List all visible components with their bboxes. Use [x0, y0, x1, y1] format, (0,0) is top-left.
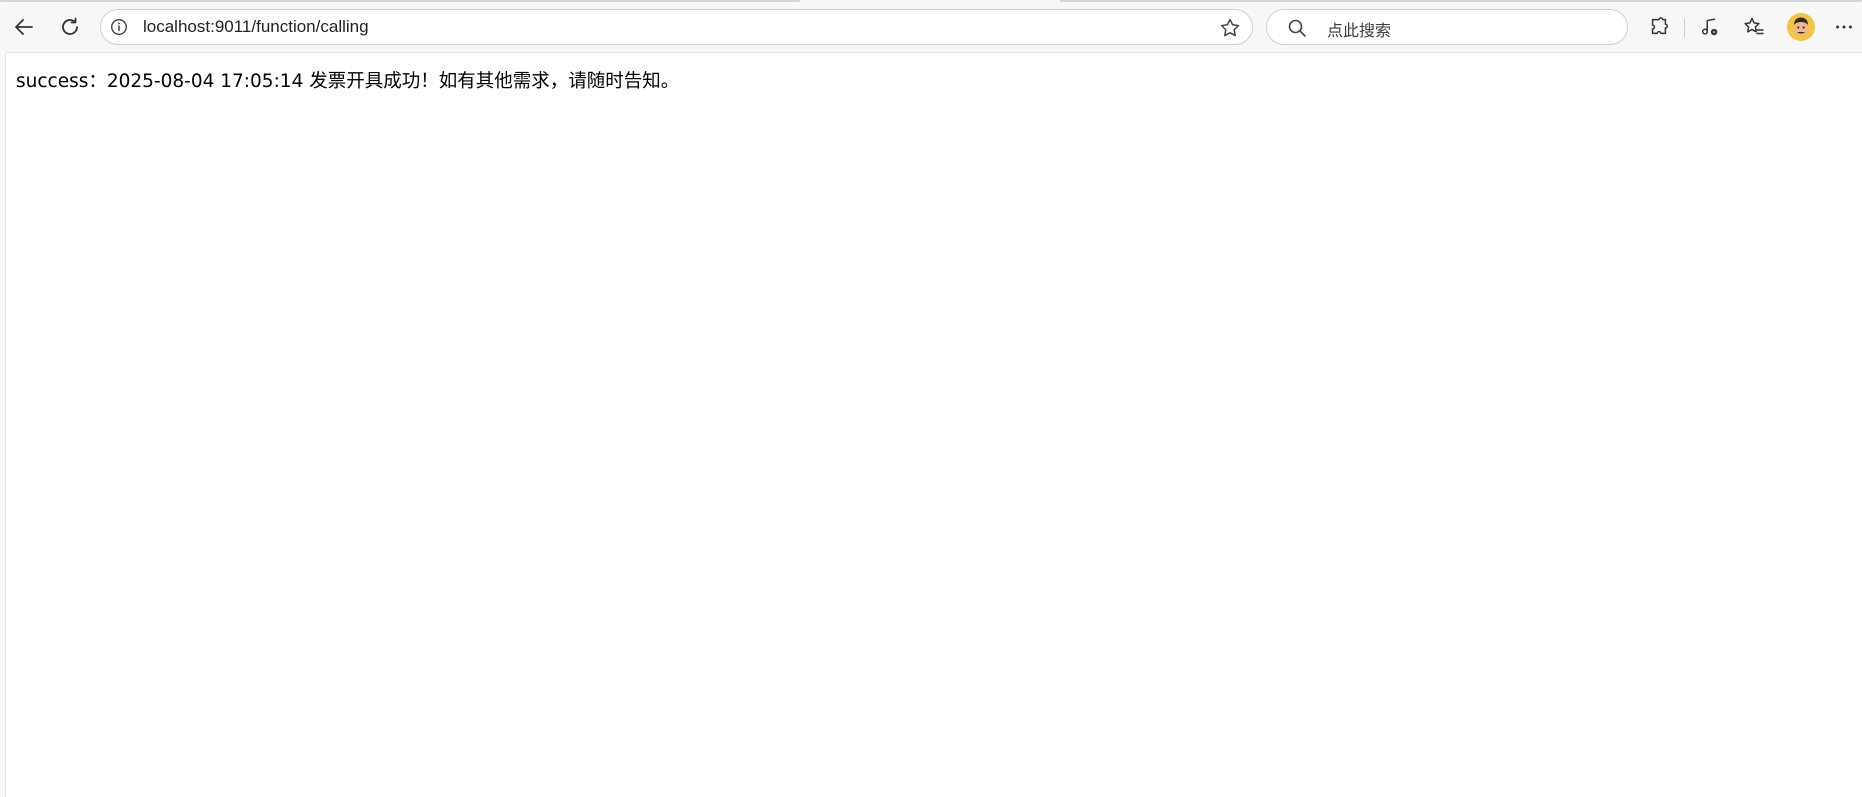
refresh-button[interactable] — [52, 9, 88, 45]
media-button[interactable] — [1692, 9, 1728, 45]
more-dots-icon — [1836, 25, 1852, 29]
avatar[interactable] — [1787, 13, 1815, 41]
search-box[interactable]: 点此搜索 — [1266, 9, 1628, 45]
extensions-button[interactable] — [1641, 9, 1677, 45]
search-placeholder[interactable]: 点此搜索 — [1327, 17, 1391, 41]
puzzle-icon — [1651, 17, 1668, 35]
result-message: success：2025-08-04 17:05:14 发票开具成功！如有其他需… — [16, 71, 680, 92]
browser-toolbar: localhost:9011/function/calling 点此搜索 — [0, 3, 1862, 51]
tab-indicator — [0, 0, 800, 2]
profile-avatar-icon — [1787, 13, 1815, 41]
toolbar-divider — [1684, 18, 1685, 38]
favorites-icon — [1744, 17, 1764, 35]
back-arrow-icon — [15, 19, 33, 35]
address-bar[interactable]: localhost:9011/function/calling — [100, 9, 1253, 45]
refresh-icon — [62, 17, 78, 35]
music-note-icon — [1701, 18, 1718, 36]
star-icon[interactable] — [1218, 16, 1242, 40]
browser-window: localhost:9011/function/calling 点此搜索 suc… — [0, 0, 1862, 797]
info-icon[interactable] — [110, 18, 128, 36]
url-text[interactable]: localhost:9011/function/calling — [143, 17, 369, 37]
page-content: success：2025-08-04 17:05:14 发票开具成功！如有其他需… — [5, 52, 1862, 797]
back-button[interactable] — [6, 9, 42, 45]
tab-indicator — [1060, 0, 1862, 2]
favorites-button[interactable] — [1736, 9, 1772, 45]
more-button[interactable] — [1826, 9, 1862, 45]
search-icon — [1288, 19, 1306, 37]
